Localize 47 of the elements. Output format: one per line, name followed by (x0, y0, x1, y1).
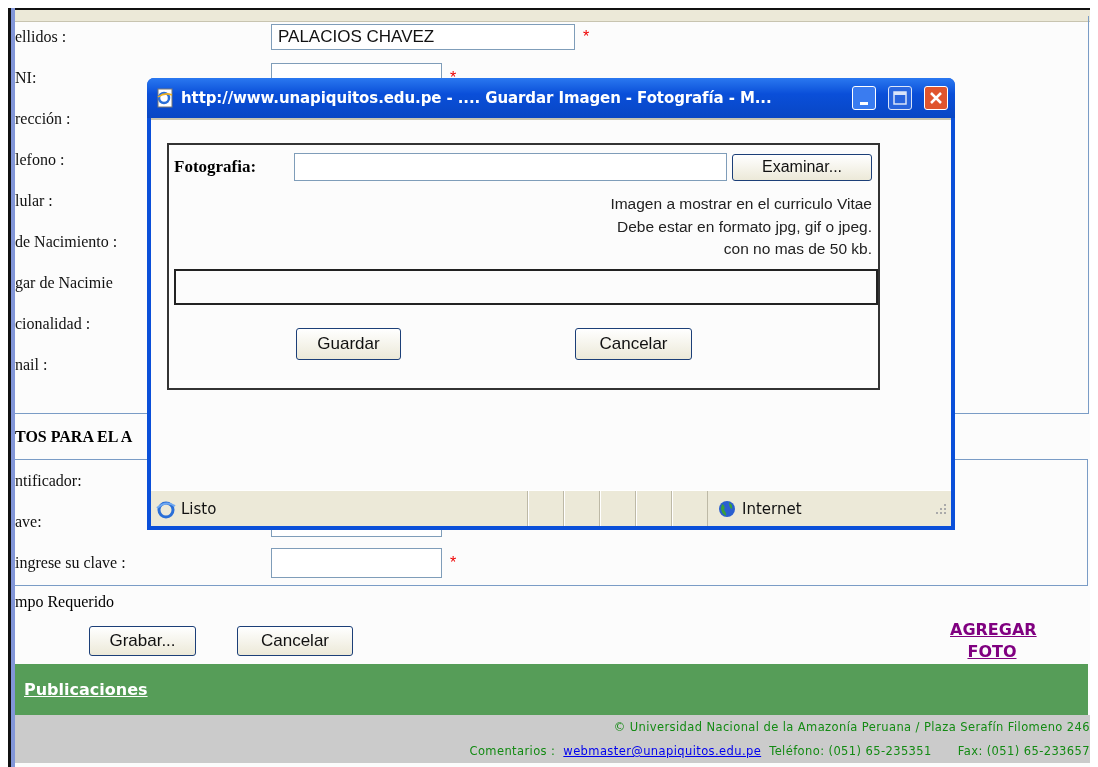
required-mark: * (583, 27, 590, 46)
field-label: lular : (15, 191, 53, 209)
globe-icon (718, 499, 736, 518)
section-heading: TOS PARA EL A (15, 427, 133, 446)
field-label: de Nacimiento : (15, 232, 118, 250)
field-label: lefono : (15, 150, 65, 168)
field-label: ellidos : (15, 27, 67, 45)
field-label: rección : (15, 109, 71, 127)
text-field[interactable] (271, 547, 442, 578)
cancel-button[interactable]: Cancelar (237, 626, 353, 656)
minimize-button[interactable] (852, 86, 876, 110)
save-button[interactable]: Guardar (296, 327, 401, 360)
browser-icon (155, 88, 175, 108)
cancel-button[interactable]: Cancelar (575, 327, 692, 360)
file-path-field[interactable] (294, 153, 727, 181)
browse-button[interactable]: Examinar... (732, 153, 872, 181)
maximize-button[interactable] (888, 86, 912, 110)
fax-text: Fax: (051) 65-233657 (957, 744, 1090, 758)
field-label: ntificador: (15, 471, 82, 489)
maximize-icon (893, 91, 907, 105)
required-note: mpo Requerido (15, 593, 115, 611)
close-button[interactable] (924, 86, 948, 110)
resize-grip-icon[interactable] (935, 502, 947, 515)
status-text: Listo (181, 499, 218, 518)
text-field[interactable]: PALACIOS CHAVEZ (271, 23, 575, 50)
add-photo-link[interactable]: AGREGAR FOTO (950, 619, 1034, 663)
phone-text: Teléfono: (051) 65-235351 (769, 744, 932, 758)
hint-text: Debe estar en formato jpg, gif o jpeg. (616, 216, 872, 237)
hint-text: Imagen a mostrar en el curriculo Vitae (610, 194, 872, 214)
field-label: cionalidad : (15, 314, 91, 332)
window-title: http://www.unapiquitos.edu.pe - .... Guardar Imagen - Fotografía - M... (181, 89, 773, 107)
field-label: ave: (15, 512, 42, 530)
save-button[interactable]: Grabar... (89, 626, 196, 656)
comments-label: Comentarios : (469, 744, 556, 758)
copyright-text: © Universidad Nacional de la Amazonía Peruana / Plaza Serafín Filomeno 246 (613, 720, 1090, 734)
hint-text: con no mas de 50 kb. (723, 239, 872, 259)
field-label: NI: (15, 68, 37, 86)
field-label: nail : (15, 355, 48, 373)
required-mark: * (450, 553, 457, 572)
required-mark: * (450, 68, 457, 87)
minimize-icon (860, 101, 868, 105)
close-icon (929, 91, 943, 105)
field-label: ingrese su clave : (15, 553, 126, 571)
field-label: gar de Nacimie (15, 273, 113, 291)
photo-label: Fotografia: (174, 157, 258, 177)
email-link[interactable]: webmaster@unapiquitos.edu.pe (563, 744, 762, 758)
zone-text: Internet (742, 499, 802, 518)
